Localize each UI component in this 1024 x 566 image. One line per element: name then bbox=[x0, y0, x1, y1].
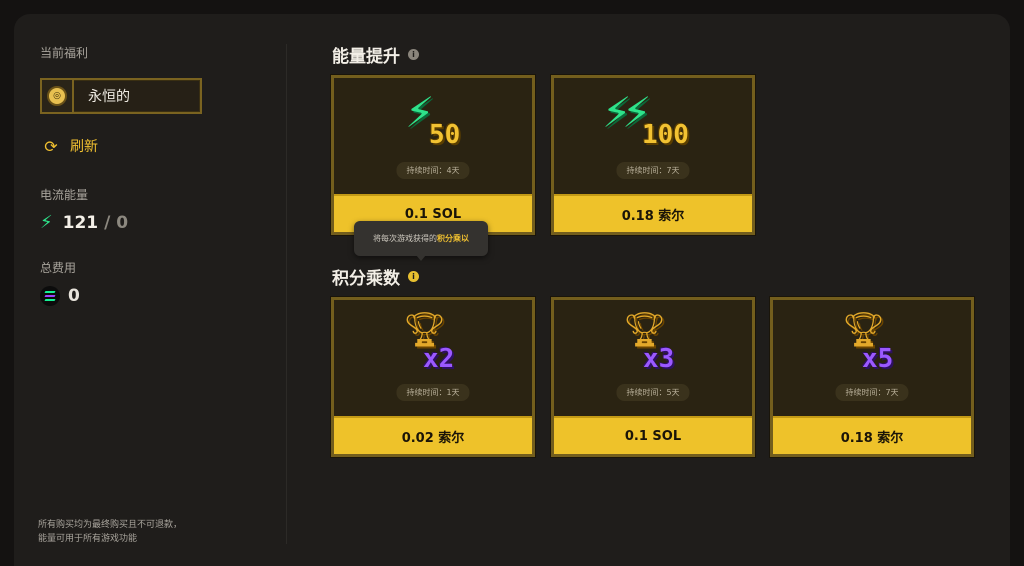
duration-badge: 持续时间：7天 bbox=[835, 384, 909, 401]
total-fee-display: 0 bbox=[40, 286, 80, 306]
energy-current: 121 bbox=[62, 212, 99, 233]
current-perk-value: 永恒的 bbox=[88, 89, 130, 105]
duration-badge: 持续时间：5天 bbox=[616, 384, 690, 401]
coin-icon: ◎ bbox=[42, 80, 74, 112]
trophy-art: 🏆︎ x3 bbox=[554, 308, 752, 376]
multiplier-card-x5[interactable]: 🏆︎ x5 持续时间：7天 0.18 索尔 bbox=[770, 297, 974, 457]
purchase-note-line2: 能量可用于所有游戏功能 bbox=[38, 534, 138, 544]
store-panel: 当前福利 ◎ 永恒的 ⟳ 刷新 电流能量 ⚡ 121 / 0 总费用 0 所有购… bbox=[14, 14, 1010, 566]
energy-boost-title-text: 能量提升 bbox=[332, 47, 400, 67]
duration-badge: 持续时间：1天 bbox=[396, 384, 470, 401]
energy-art: ⚡ 50 bbox=[334, 86, 532, 154]
sidebar: 当前福利 ◎ 永恒的 ⟳ 刷新 电流能量 ⚡ 121 / 0 总费用 0 所有购… bbox=[14, 14, 286, 566]
multiplier-card-x3[interactable]: 🏆︎ x3 持续时间：5天 0.1 SOL bbox=[551, 297, 755, 457]
multiplier-tooltip: 将每次游戏获得的 积分乘以 bbox=[354, 221, 488, 256]
buy-button[interactable]: 0.18 索尔 bbox=[554, 194, 752, 232]
total-fee-value: 0 bbox=[68, 286, 80, 306]
multiplier-card-x2[interactable]: 🏆︎ x2 持续时间：1天 0.02 索尔 bbox=[331, 297, 535, 457]
trophy-art: 🏆︎ x5 bbox=[773, 308, 971, 376]
trophy-art: 🏆︎ x2 bbox=[334, 308, 532, 376]
multiplier-value: x5 bbox=[862, 344, 894, 374]
energy-card-50[interactable]: ⚡ 50 持续时间：4天 0.1 SOL bbox=[331, 75, 535, 235]
duration-badge: 持续时间：4天 bbox=[396, 162, 470, 179]
purchase-note: 所有购买均为最终购买且不可退款， 能量可用于所有游戏功能 bbox=[38, 518, 182, 546]
current-perk-label: 当前福利 bbox=[40, 46, 89, 60]
purchase-note-line1: 所有购买均为最终购买且不可退款， bbox=[38, 520, 183, 530]
energy-boost-title: 能量提升 i bbox=[332, 42, 419, 67]
multiplier-title: 积分乘数 i bbox=[332, 264, 419, 289]
buy-button[interactable]: 0.18 索尔 bbox=[773, 416, 971, 454]
multiplier-value: x2 bbox=[423, 344, 455, 374]
refresh-icon: ⟳ bbox=[44, 136, 58, 156]
current-perk-box: ◎ 永恒的 bbox=[40, 78, 202, 114]
duration-badge: 持续时间：7天 bbox=[616, 162, 690, 179]
multiplier-title-text: 积分乘数 bbox=[332, 269, 400, 289]
info-icon[interactable]: i bbox=[408, 271, 419, 282]
energy-label: 电流能量 bbox=[40, 188, 89, 202]
refresh-label: 刷新 bbox=[70, 139, 98, 155]
tooltip-highlight: 积分乘以 bbox=[437, 234, 469, 243]
info-icon[interactable]: i bbox=[408, 49, 419, 60]
refresh-button[interactable]: ⟳ 刷新 bbox=[42, 136, 98, 156]
energy-amount: 50 bbox=[429, 120, 461, 150]
tooltip-text: 将每次游戏获得的 bbox=[373, 234, 437, 243]
energy-art: ⚡ ⚡ 100 bbox=[554, 86, 752, 154]
multiplier-value: x3 bbox=[643, 344, 675, 374]
energy-max: 0 bbox=[116, 212, 129, 233]
energy-card-100[interactable]: ⚡ ⚡ 100 持续时间：7天 0.18 索尔 bbox=[551, 75, 755, 235]
tooltip-arrow bbox=[416, 255, 426, 261]
lightning-bolt-icon: ⚡ bbox=[40, 212, 53, 233]
solana-icon bbox=[40, 286, 60, 306]
buy-button[interactable]: 0.1 SOL bbox=[554, 416, 752, 454]
buy-button[interactable]: 0.02 索尔 bbox=[334, 416, 532, 454]
energy-display: ⚡ 121 / 0 bbox=[40, 212, 128, 233]
sidebar-divider bbox=[286, 44, 287, 544]
energy-separator: / bbox=[104, 212, 111, 233]
energy-amount: 100 bbox=[642, 120, 689, 150]
total-fee-label: 总费用 bbox=[40, 261, 77, 275]
